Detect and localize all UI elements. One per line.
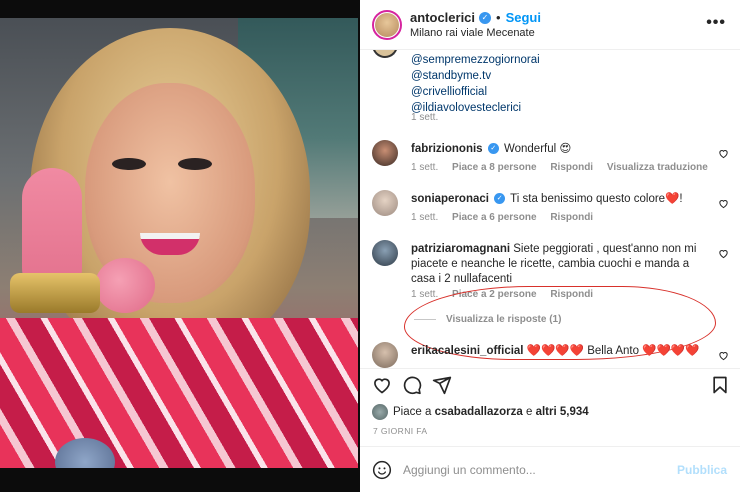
- comment-likes[interactable]: Piace a 6 persone: [452, 212, 537, 223]
- mention-link[interactable]: @sempremezzogiornorai: [411, 52, 540, 68]
- mention-link[interactable]: @standbyme.tv: [411, 68, 540, 84]
- post-timestamp[interactable]: 7 GIORNI FA: [373, 426, 427, 436]
- likes-prefix: Piace a: [393, 406, 432, 418]
- verified-icon: ✓: [479, 11, 492, 24]
- view-replies-label: Visualizza le risposte (1): [446, 314, 562, 325]
- more-icon[interactable]: •••: [706, 14, 726, 32]
- photo-telephone-base: [10, 273, 100, 313]
- commenter-avatar[interactable]: [372, 190, 398, 216]
- comment-time[interactable]: 1 sett.: [411, 289, 438, 300]
- commenter-avatar[interactable]: [372, 342, 398, 368]
- comment-time[interactable]: 1 sett.: [411, 162, 438, 173]
- liker-avatar: [372, 404, 388, 420]
- mention-link[interactable]: @crivelliofficial: [411, 84, 540, 100]
- author-avatar-partial: [372, 50, 398, 58]
- heart-icon[interactable]: [718, 148, 729, 159]
- follow-button[interactable]: Segui: [506, 10, 541, 25]
- action-bar: [360, 368, 740, 398]
- post-location[interactable]: Milano rai viale Mecenate: [410, 27, 541, 39]
- commenter-avatar[interactable]: [372, 240, 398, 266]
- author-avatar[interactable]: [372, 9, 402, 40]
- reply-button[interactable]: Rispondi: [550, 162, 593, 173]
- commenter-avatar[interactable]: [372, 140, 398, 166]
- emoji-icon[interactable]: [372, 460, 392, 480]
- share-icon[interactable]: [432, 375, 452, 395]
- heart-icon[interactable]: [718, 198, 729, 209]
- comment-icon[interactable]: [402, 375, 422, 395]
- separator-dot: •: [496, 10, 501, 25]
- author-username[interactable]: antoclerici: [410, 10, 475, 25]
- comment-text: ❤️❤️❤️❤️ Bella Anto ❤️❤️❤️❤️: [526, 345, 700, 357]
- post-sidebar: antoclerici ✓ • Segui Milano rai viale M…: [360, 0, 740, 492]
- comment-likes[interactable]: Piace a 2 persone: [452, 289, 537, 300]
- liker-username[interactable]: csabadallazorza: [435, 406, 523, 418]
- comment-username[interactable]: fabriziononis: [411, 143, 483, 155]
- verified-icon: ✓: [494, 193, 506, 205]
- reply-button[interactable]: Rispondi: [550, 212, 593, 223]
- photo-shirt: [0, 318, 358, 468]
- translate-button[interactable]: Visualizza traduzione: [607, 162, 708, 173]
- photo-eye: [178, 158, 212, 170]
- post-photo[interactable]: [0, 18, 358, 468]
- likes-summary[interactable]: Piace a csabadallazorza e altri 5,934: [372, 404, 589, 420]
- post-media-area: [0, 0, 360, 492]
- heart-icon[interactable]: [718, 350, 729, 361]
- comments-list[interactable]: @sempremezzogiornorai @standbyme.tv @cri…: [360, 50, 740, 368]
- caption-mentions: @sempremezzogiornorai @standbyme.tv @cri…: [411, 52, 540, 116]
- publish-button[interactable]: Pubblica: [677, 463, 727, 477]
- comment-likes[interactable]: Piace a 8 persone: [452, 162, 537, 173]
- replies-divider: [414, 319, 436, 320]
- likes-and: e: [525, 406, 533, 418]
- photo-eye: [112, 158, 146, 170]
- view-replies-button[interactable]: Visualizza le risposte (1): [414, 314, 561, 325]
- comment-input[interactable]: Aggiungi un commento...: [403, 463, 536, 477]
- bookmark-icon[interactable]: [710, 375, 730, 395]
- caption-time: 1 sett.: [411, 112, 439, 123]
- reply-button[interactable]: Rispondi: [550, 289, 593, 300]
- comment-text: Ti sta benissimo questo colore❤️!: [510, 193, 683, 205]
- heart-icon[interactable]: [372, 375, 392, 395]
- comment-username[interactable]: soniaperonaci: [411, 193, 489, 205]
- photo-telephone-mouthpiece: [95, 258, 155, 313]
- verified-icon: ✓: [487, 143, 499, 155]
- comment-username[interactable]: erikacalesini_official: [411, 345, 524, 357]
- add-comment-bar: Aggiungi un commento... Pubblica: [360, 446, 740, 492]
- likes-count[interactable]: altri 5,934: [536, 406, 589, 418]
- comment-username[interactable]: patriziaromagnani: [411, 243, 510, 255]
- heart-icon[interactable]: [718, 248, 729, 259]
- post-header: antoclerici ✓ • Segui Milano rai viale M…: [360, 0, 740, 50]
- comment-text: Wonderful 😍: [503, 143, 572, 155]
- comment-time[interactable]: 1 sett.: [411, 212, 438, 223]
